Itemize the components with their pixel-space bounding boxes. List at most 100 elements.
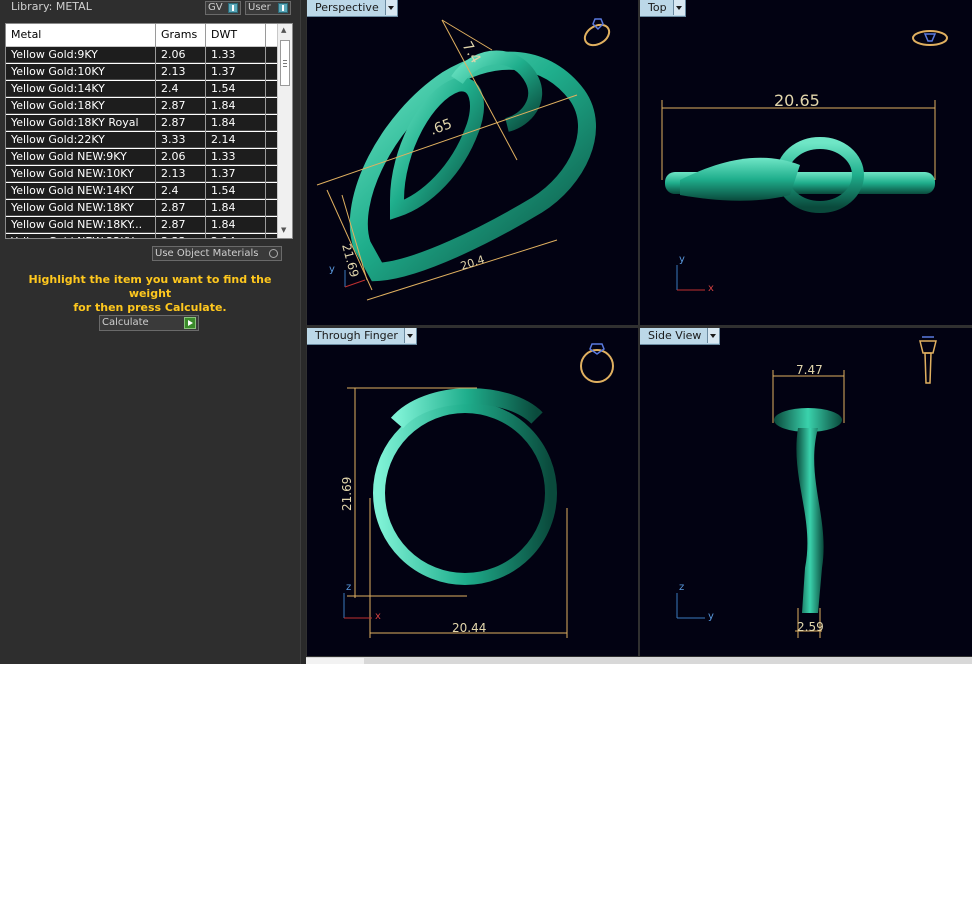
grams-cell: 2.4 — [161, 184, 179, 197]
table-row[interactable]: Yellow Gold:10KY 2.13 1.37 — [6, 64, 278, 80]
dwt-cell: 1.54 — [211, 184, 236, 197]
grams-cell: 3.33 — [161, 235, 186, 238]
grams-cell: 2.87 — [161, 218, 186, 231]
svg-text:y: y — [329, 264, 335, 275]
tab-through-finger[interactable]: Through Finger — [307, 328, 417, 345]
axis-triad-icon: y x — [676, 254, 714, 294]
dwt-cell: 1.84 — [211, 99, 236, 112]
gv-toggle-label: GV — [208, 2, 223, 13]
ring-preview-icon — [583, 18, 611, 47]
dwt-cell: 1.84 — [211, 218, 236, 231]
tab-side-view[interactable]: Side View — [640, 328, 721, 345]
column-header-grams[interactable]: Grams — [161, 28, 197, 41]
tab-label: Top — [648, 1, 667, 14]
table-row[interactable]: Yellow Gold NEW:9KY 2.06 1.33 — [6, 149, 278, 165]
metal-cell: Yellow Gold:18KY — [11, 99, 105, 112]
top-viewport[interactable]: 20.65 y x Top — [640, 0, 972, 325]
ring-band-shape — [373, 401, 557, 585]
dropdown-arrow-icon[interactable] — [403, 328, 416, 343]
grams-cell: 2.4 — [161, 82, 179, 95]
table-row[interactable]: Yellow Gold:22KY 3.33 2.14 — [6, 132, 278, 148]
dwt-cell: 2.14 — [211, 235, 236, 238]
svg-text:x: x — [708, 283, 714, 294]
column-divider — [205, 24, 206, 238]
column-header-metal[interactable]: Metal — [11, 28, 41, 41]
tab-top[interactable]: Top — [640, 0, 686, 17]
metal-table[interactable]: Metal Grams DWT Yellow Gold:9KY 2.06 1.33 Y… — [5, 23, 293, 239]
panel-splitter[interactable] — [300, 0, 306, 664]
help-text-line: for then press Calculate. — [73, 301, 227, 314]
dropdown-arrow-icon[interactable] — [672, 0, 685, 15]
dim-label: .65 — [428, 116, 454, 139]
gv-toggle-button[interactable]: GV — [205, 1, 241, 15]
help-text-line: Highlight the item you want to find the … — [28, 273, 272, 300]
dim-label: 20.44 — [452, 621, 486, 635]
table-scrollbar[interactable]: ▲ ▼ — [277, 24, 292, 238]
table-row[interactable]: Yellow Gold NEW:18KY 2.87 1.84 — [6, 200, 278, 216]
dwt-cell: 1.33 — [211, 48, 236, 61]
table-row[interactable]: Yellow Gold:14KY 2.4 1.54 — [6, 81, 278, 97]
metal-cell: Yellow Gold NEW:9KY — [11, 150, 127, 163]
scroll-thumb[interactable] — [280, 40, 290, 86]
perspective-viewport[interactable]: 7.4 .65 21.69 20.4 y Perspective — [307, 0, 638, 325]
axis-triad-icon: z x — [343, 582, 381, 622]
metal-cell: Yellow Gold:10KY — [11, 65, 105, 78]
scroll-down-icon[interactable]: ▼ — [281, 226, 286, 234]
table-row[interactable]: Yellow Gold:18KY 2.87 1.84 — [6, 98, 278, 114]
app-window: Library: METAL GV User Metal Grams DWT Y… — [0, 0, 972, 664]
column-divider — [265, 24, 266, 238]
scroll-up-icon[interactable]: ▲ — [281, 26, 286, 34]
library-panel: Library: METAL GV User Metal Grams DWT Y… — [0, 0, 300, 664]
grams-cell: 2.13 — [161, 167, 186, 180]
axis-triad-icon: z y — [676, 582, 714, 622]
dwt-cell: 1.54 — [211, 82, 236, 95]
grams-cell: 2.87 — [161, 201, 186, 214]
table-row[interactable]: Yellow Gold NEW:10KY 2.13 1.37 — [6, 166, 278, 182]
grams-cell: 2.13 — [161, 65, 186, 78]
perspective-render: 7.4 .65 21.69 20.4 y — [316, 18, 611, 301]
toggle-indicator-icon — [278, 3, 288, 13]
calculate-label: Calculate — [102, 317, 149, 328]
metal-cell: Yellow Gold:14KY — [11, 82, 105, 95]
radio-circle-icon — [269, 249, 278, 258]
through-finger-render: 21.69 20.44 z x — [340, 343, 614, 638]
use-object-materials-toggle[interactable]: Use Object Materials — [152, 246, 282, 261]
metal-cell: Yellow Gold NEW:14KY — [11, 184, 134, 197]
tab-perspective[interactable]: Perspective — [307, 0, 398, 17]
column-divider — [155, 24, 156, 238]
column-header-dwt[interactable]: DWT — [211, 28, 237, 41]
svg-text:y: y — [708, 611, 714, 622]
dim-label: 20.4 — [459, 253, 486, 273]
dropdown-arrow-icon[interactable] — [707, 328, 720, 343]
use-object-materials-label: Use Object Materials — [155, 248, 259, 259]
dim-label: 7.47 — [796, 363, 823, 377]
metal-cell: Yellow Gold NEW:18KY — [11, 201, 134, 214]
svg-text:z: z — [346, 582, 351, 593]
metal-cell: Yellow Gold NEW:10KY — [11, 167, 134, 180]
table-row[interactable]: Yellow Gold NEW:22KY 3.33 2.14 — [6, 234, 278, 238]
table-row[interactable]: Yellow Gold:9KY 2.06 1.33 — [6, 47, 278, 63]
viewport-status-tab[interactable] — [306, 658, 364, 664]
metal-cell: Yellow Gold:9KY — [11, 48, 98, 61]
user-toggle-button[interactable]: User — [245, 1, 291, 15]
dwt-cell: 2.14 — [211, 133, 236, 146]
user-toggle-label: User — [248, 2, 271, 13]
dwt-cell: 1.33 — [211, 150, 236, 163]
grams-cell: 2.06 — [161, 150, 186, 163]
through-finger-viewport[interactable]: 21.69 20.44 z x Through Finger — [307, 328, 638, 656]
tab-label: Side View — [648, 329, 702, 342]
side-view-viewport[interactable]: 7.47 2.59 z y Side View — [640, 328, 972, 656]
table-row[interactable]: Yellow Gold NEW:18KY... 2.87 1.84 — [6, 217, 278, 233]
metal-cell: Yellow Gold NEW:22KY — [11, 235, 134, 238]
table-row[interactable]: Yellow Gold:18KY Royal 2.87 1.84 — [6, 115, 278, 131]
grams-cell: 3.33 — [161, 133, 186, 146]
svg-text:x: x — [375, 611, 381, 622]
table-row[interactable]: Yellow Gold NEW:14KY 2.4 1.54 — [6, 183, 278, 199]
dropdown-arrow-icon[interactable] — [384, 0, 397, 15]
dwt-cell: 1.84 — [211, 201, 236, 214]
calculate-button[interactable]: Calculate — [99, 315, 199, 331]
svg-text:z: z — [679, 582, 684, 593]
table-header: Metal Grams DWT — [6, 24, 278, 47]
viewport-status-bar — [306, 657, 972, 664]
help-text: Highlight the item you want to find the … — [10, 273, 290, 315]
